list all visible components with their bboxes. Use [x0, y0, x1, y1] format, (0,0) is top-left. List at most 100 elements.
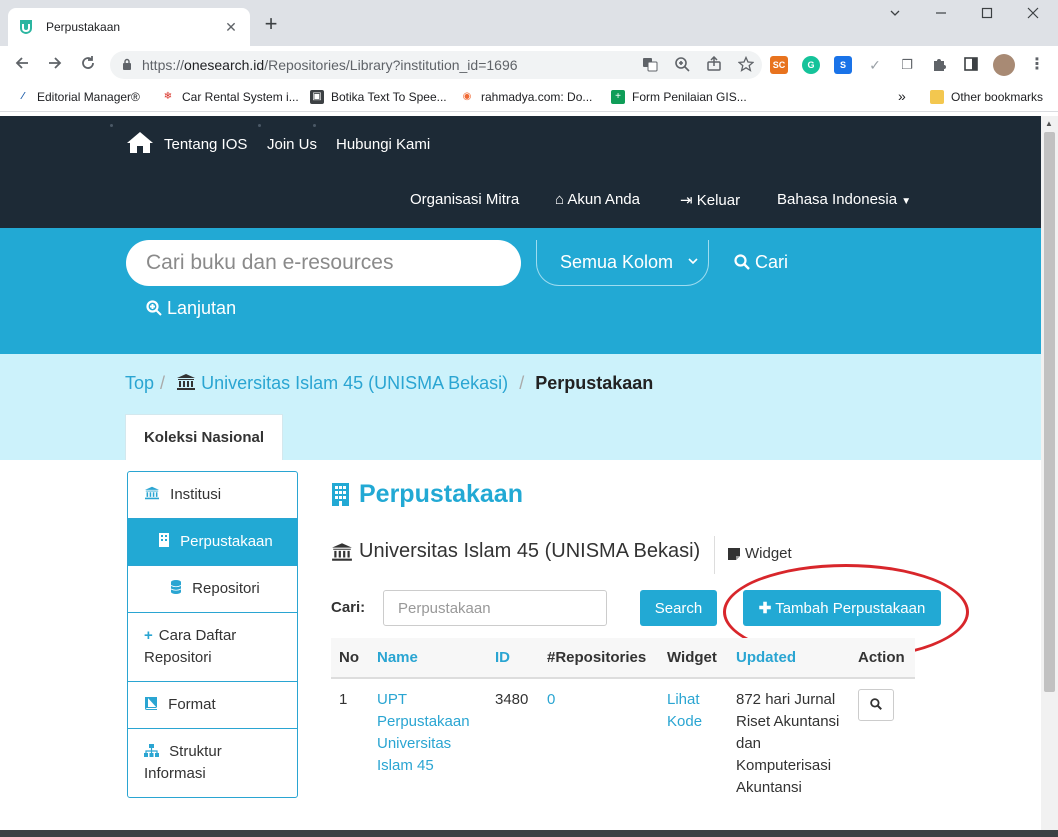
browser-tab[interactable]: Perpustakaan ✕ — [8, 8, 250, 46]
chrome-menu-icon[interactable]: ⋮ — [1028, 56, 1046, 74]
sidebar-item-format[interactable]: Format — [128, 682, 297, 729]
minimize-window-button[interactable] — [918, 4, 964, 26]
sidebar-item-label: Format — [168, 696, 216, 713]
url-field[interactable]: https://onesearch.id/Repositories/Librar… — [110, 51, 762, 79]
s-extension-icon[interactable]: S — [834, 56, 852, 74]
maximize-button[interactable] — [964, 4, 1010, 26]
back-icon[interactable] — [10, 54, 34, 76]
forward-icon[interactable] — [43, 54, 67, 76]
bookmark-label: rahmadya.com: Do... — [481, 90, 593, 104]
address-bar-row: https://onesearch.id/Repositories/Librar… — [0, 46, 1058, 84]
extensions-puzzle-icon[interactable] — [930, 56, 948, 74]
library-filter-input[interactable] — [383, 590, 607, 626]
folder-icon — [930, 90, 944, 104]
institution-icon — [331, 542, 353, 562]
view-detail-button[interactable] — [858, 689, 894, 721]
close-window-button[interactable] — [1010, 4, 1056, 26]
page-viewport: Tentang IOS Join Us Hubungi Kami Organis… — [0, 116, 1041, 830]
page-title: Perpustakaan — [331, 480, 523, 509]
reload-icon[interactable] — [76, 54, 100, 76]
cell-id: 3480 — [495, 691, 529, 708]
language-dropdown[interactable]: Bahasa Indonesia ▼ — [777, 191, 911, 208]
nav-akun-anda[interactable]: ⌂ Akun Anda — [555, 191, 640, 208]
library-name-link[interactable]: UPT Perpustakaan Universitas Islam 45 — [369, 678, 487, 809]
search-icon — [870, 697, 882, 713]
search-button[interactable]: Cari — [734, 252, 788, 273]
book-icon — [144, 696, 162, 713]
lihat-kode-link[interactable]: Lihat Kode — [659, 678, 728, 809]
nav-tentang-ios[interactable]: Tentang IOS — [164, 136, 247, 153]
plus-icon: + — [144, 627, 153, 644]
check-extension-icon[interactable]: ✓ — [866, 56, 884, 74]
col-name-sort[interactable]: Name — [369, 638, 487, 679]
bookmarks-overflow-button[interactable]: » — [898, 88, 906, 104]
col-id-sort[interactable]: ID — [487, 638, 539, 679]
nav-join-us[interactable]: Join Us — [267, 136, 317, 153]
scroll-up-icon[interactable]: ▲ — [1045, 119, 1053, 128]
house-icon — [126, 130, 154, 158]
bookmark-star-icon[interactable] — [730, 55, 762, 75]
breadcrumb-separator: / — [160, 373, 166, 393]
col-widget: Widget — [659, 638, 728, 679]
plus-icon: ✚ — [758, 600, 772, 617]
sidebar-item-struktur[interactable]: Struktur Informasi — [128, 729, 297, 797]
search-button-label: Cari — [755, 252, 789, 272]
minimize-button[interactable] — [872, 4, 918, 26]
column-select[interactable]: Semua Kolom — [536, 240, 709, 286]
sidebar-item-institusi[interactable]: Institusi — [128, 472, 297, 519]
tab-koleksi-nasional[interactable]: Koleksi Nasional — [125, 414, 283, 460]
nav-hubungi-kami[interactable]: Hubungi Kami — [336, 136, 430, 153]
repositories-count-link[interactable]: 0 — [539, 678, 659, 809]
advanced-search-label: Lanjutan — [167, 298, 237, 318]
home-link[interactable] — [126, 130, 154, 158]
bookmark-form-penilaian[interactable]: + Form Penilaian GIS... — [611, 90, 747, 104]
institution-name: Universitas Islam 45 (UNISMA Bekasi) — [359, 540, 701, 562]
widget-link[interactable]: Widget — [728, 545, 792, 562]
search-input[interactable] — [126, 240, 521, 286]
cell-no: 1 — [339, 691, 348, 708]
filter-search-button[interactable]: Search — [640, 590, 717, 626]
bookmark-label: Car Rental System i... — [182, 90, 299, 104]
bookmark-rahmadya[interactable]: ◉ rahmadya.com: Do... — [460, 90, 593, 104]
tab-close-icon[interactable]: ✕ — [222, 19, 240, 36]
institution-heading: Universitas Islam 45 (UNISMA Bekasi) — [331, 540, 700, 563]
zoom-icon[interactable] — [666, 56, 698, 75]
scrollbar-thumb[interactable] — [1044, 132, 1055, 692]
bookmark-editorial-manager[interactable]: ⁄ Editorial Manager® — [16, 90, 140, 104]
sidebar-item-cara-daftar[interactable]: + Cara Daftar Repositori — [128, 613, 297, 682]
bookmark-botika[interactable]: ▣ Botika Text To Spee... — [310, 90, 447, 104]
col-action: Action — [850, 638, 915, 679]
language-label: Bahasa Indonesia — [777, 191, 898, 208]
sidebar-item-label: Repositori — [192, 580, 260, 597]
page-scrollbar[interactable]: ▲ — [1041, 116, 1058, 830]
add-library-button[interactable]: ✚ Tambah Perpustakaan — [743, 590, 941, 626]
bookmark-other[interactable]: Other bookmarks — [930, 90, 1043, 104]
sidebar-item-label: Cara Daftar Repositori — [144, 627, 237, 666]
divider — [714, 536, 715, 574]
breadcrumb-institution[interactable]: Universitas Islam 45 (UNISMA Bekasi) — [176, 373, 513, 393]
nav-organisasi-mitra[interactable]: Organisasi Mitra — [410, 191, 519, 208]
col-updated-sort[interactable]: Updated — [728, 638, 850, 679]
sc-extension-icon[interactable]: SC — [770, 56, 788, 74]
breadcrumb-top[interactable]: Top — [125, 373, 154, 393]
sidebar-item-repositori[interactable]: Repositori — [128, 566, 297, 613]
database-icon — [170, 580, 186, 597]
breadcrumb-current: Perpustakaan — [535, 373, 654, 393]
share-icon[interactable] — [698, 55, 730, 75]
sitemap-icon — [144, 743, 163, 760]
bookmark-car-rental[interactable]: ❄ Car Rental System i... — [161, 90, 299, 104]
nav-dot — [258, 124, 261, 127]
top-navbar: Tentang IOS Join Us Hubungi Kami Organis… — [0, 116, 1041, 228]
translate-icon[interactable] — [634, 56, 666, 75]
sidebar-item-perpustakaan[interactable]: Perpustakaan — [128, 519, 297, 566]
grammarly-extension-icon[interactable]: G — [802, 56, 820, 74]
side-panel-icon[interactable] — [962, 56, 980, 74]
new-tab-button[interactable]: + — [260, 13, 282, 35]
robot-icon: ▣ — [310, 90, 324, 104]
advanced-search-link[interactable]: Lanjutan — [146, 298, 236, 319]
sticky-note-icon — [728, 547, 740, 560]
tab-title: Perpustakaan — [46, 20, 121, 34]
copy-extension-icon[interactable]: ❐ — [898, 56, 916, 74]
profile-avatar[interactable] — [993, 54, 1015, 76]
nav-keluar[interactable]: ⇥ Keluar — [680, 191, 740, 209]
